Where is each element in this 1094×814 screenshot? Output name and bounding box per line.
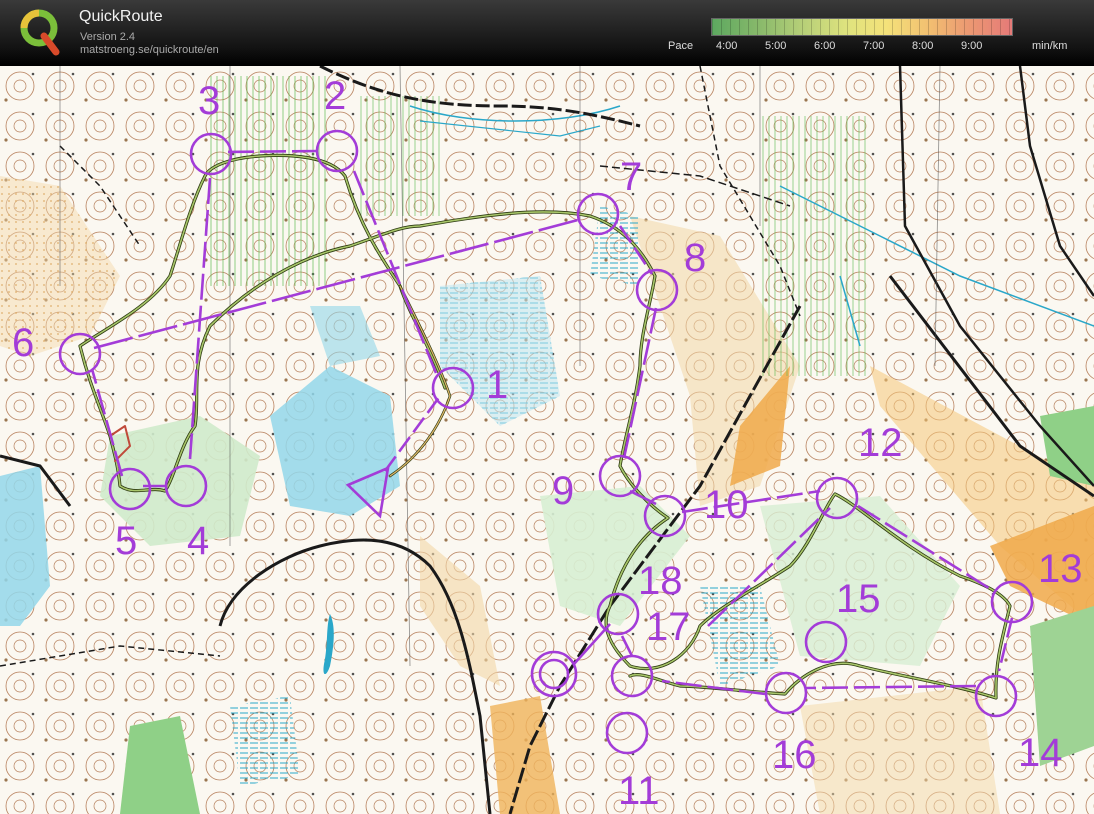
pace-tick: 9:00 [961, 40, 983, 52]
pace-tick: 6:00 [814, 40, 836, 52]
pace-tick: 7:00 [863, 40, 885, 52]
control-label-7: 7 [620, 155, 642, 199]
pace-unit: min/km [1032, 40, 1068, 52]
control-label-16: 16 [772, 733, 817, 777]
control-label-5: 5 [115, 519, 137, 563]
control-label-14: 14 [1018, 731, 1063, 775]
control-label-10: 10 [704, 483, 749, 527]
control-label-17: 17 [646, 605, 691, 649]
control-label-9: 9 [552, 469, 574, 513]
control-label-1: 1 [486, 363, 508, 407]
quickroute-logo-icon [20, 9, 60, 56]
header-bar: QuickRoute Version 2.4 matstroeng.se/qui… [0, 0, 1094, 66]
control-label-6: 6 [12, 321, 34, 365]
pace-tick: 8:00 [912, 40, 934, 52]
control-label-15: 15 [836, 577, 881, 621]
pace-legend-label: Pace [668, 40, 694, 52]
control-label-2: 2 [324, 74, 346, 118]
control-label-11: 11 [618, 769, 660, 813]
pace-tick: 4:00 [716, 40, 738, 52]
control-label-4: 4 [187, 519, 209, 563]
control-label-3: 3 [198, 79, 220, 123]
control-label-8: 8 [684, 236, 706, 280]
app-title: QuickRoute [79, 8, 163, 25]
orienteering-map[interactable]: 1 2 3 4 5 6 7 8 9 10 11 12 13 14 15 16 1… [0, 66, 1094, 814]
pace-color-scale [711, 18, 1013, 36]
app-url[interactable]: matstroeng.se/quickroute/en [80, 44, 219, 56]
control-label-12: 12 [858, 421, 903, 465]
pace-tick: 5:00 [765, 40, 787, 52]
control-label-13: 13 [1038, 547, 1083, 591]
app-version: Version 2.4 [80, 31, 136, 43]
control-label-18: 18 [638, 559, 683, 603]
